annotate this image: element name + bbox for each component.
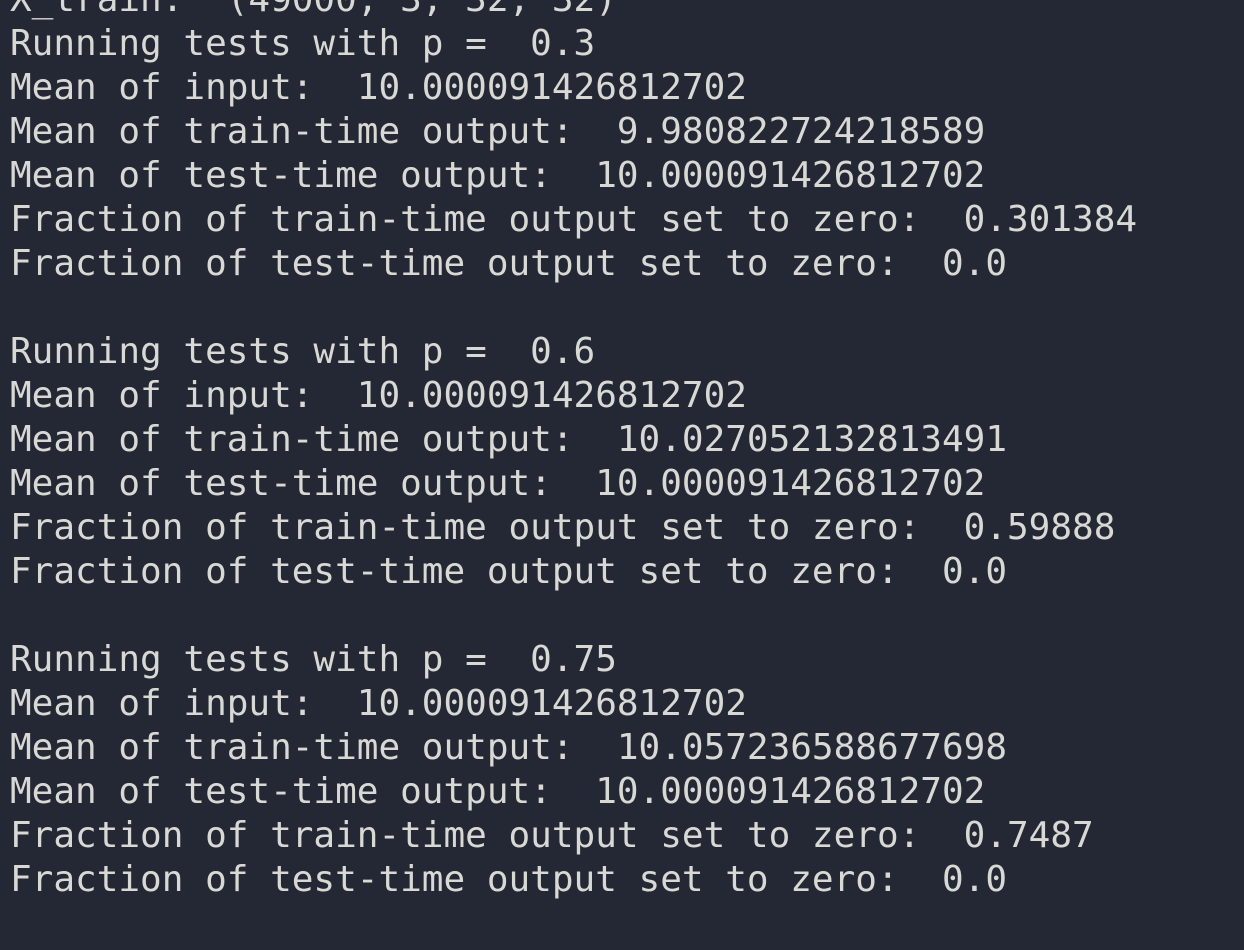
output-line-mean-input-p06: Mean of input: 10.000091426812702	[10, 375, 747, 416]
output-line-fraction-train-p06: Fraction of train-time output set to zer…	[10, 507, 1116, 548]
output-line-fraction-train-p075: Fraction of train-time output set to zer…	[10, 815, 1094, 856]
output-line-mean-test-p075: Mean of test-time output: 10.00009142681…	[10, 771, 986, 812]
terminal-output[interactable]: X_train: (49000, 3, 32, 32)Running tests…	[10, 0, 1137, 946]
output-line-mean-train-p075: Mean of train-time output: 10.0572365886…	[10, 727, 1007, 768]
output-line-test-header-p06: Running tests with p = 0.6	[10, 331, 596, 372]
output-line-fraction-train-p03: Fraction of train-time output set to zer…	[10, 199, 1138, 240]
output-line-mean-train-p03: Mean of train-time output: 9.98082272421…	[10, 111, 986, 152]
output-line-mean-input-p03: Mean of input: 10.000091426812702	[10, 67, 747, 108]
output-line-test-header-p03: Running tests with p = 0.3	[10, 23, 596, 64]
output-line-mean-input-p075: Mean of input: 10.000091426812702	[10, 683, 747, 724]
output-line-blank	[10, 902, 1137, 946]
output-line-mean-test-p06: Mean of test-time output: 10.00009142681…	[10, 463, 986, 504]
output-line-fraction-test-p075: Fraction of test-time output set to zero…	[10, 859, 1007, 900]
output-line-shape: X_train: (49000, 3, 32, 32)	[10, 0, 1137, 22]
output-line-fraction-test-p06: Fraction of test-time output set to zero…	[10, 551, 1007, 592]
terminal-window[interactable]: X_train: (49000, 3, 32, 32)Running tests…	[0, 0, 1244, 950]
output-line-fraction-test-p03: Fraction of test-time output set to zero…	[10, 243, 1007, 284]
output-line-mean-train-p06: Mean of train-time output: 10.0270521328…	[10, 419, 1007, 460]
output-line-blank	[10, 594, 1137, 638]
output-line-blank	[10, 286, 1137, 330]
output-line-test-header-p075: Running tests with p = 0.75	[10, 639, 617, 680]
output-line-mean-test-p03: Mean of test-time output: 10.00009142681…	[10, 155, 986, 196]
